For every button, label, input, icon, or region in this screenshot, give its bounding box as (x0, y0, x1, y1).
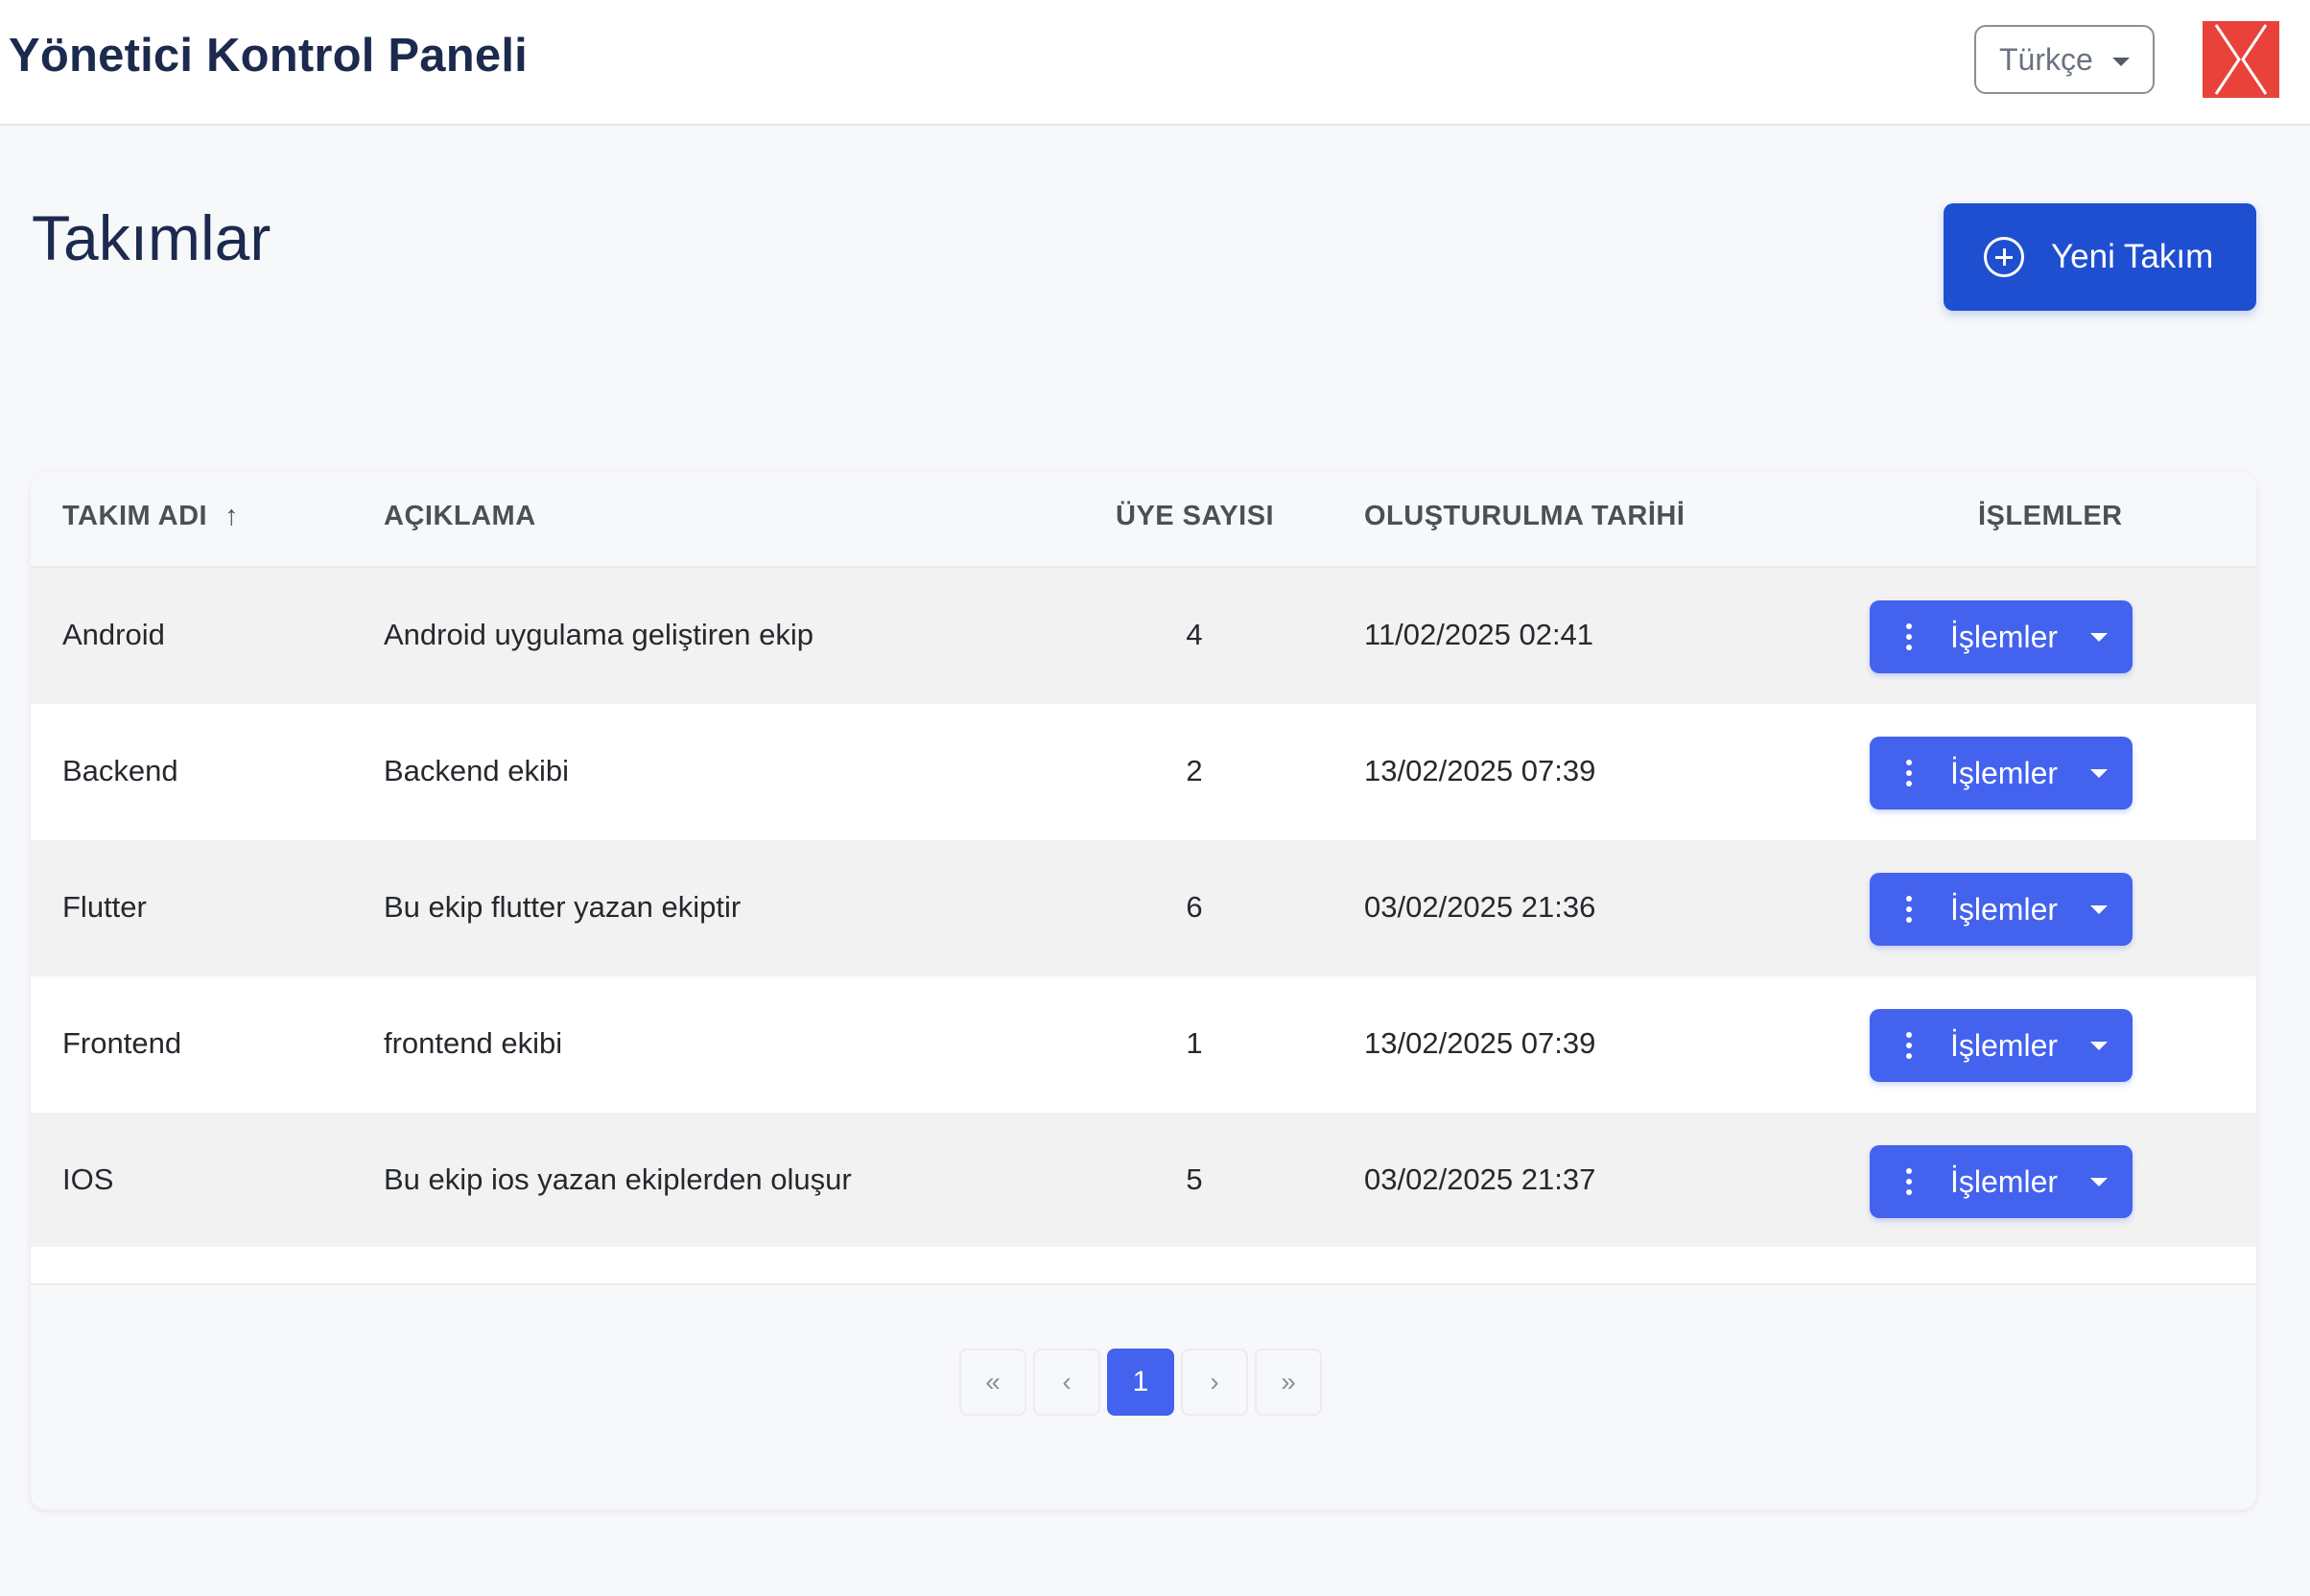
last-page-button[interactable]: » (1255, 1349, 1322, 1416)
row-actions-button[interactable]: İşlemler (1870, 1009, 2133, 1082)
chevron-down-icon (2090, 1178, 2108, 1186)
column-header-members: ÜYE SAYISI (1116, 501, 1275, 531)
table-row: Frontend frontend ekibi 1 13/02/2025 07:… (31, 976, 2256, 1113)
chevron-down-icon (2090, 769, 2108, 778)
page-button-current[interactable]: 1 (1107, 1349, 1174, 1416)
team-description: Bu ekip flutter yazan ekiptir (384, 890, 742, 924)
row-actions-label: İşlemler (1950, 891, 2059, 927)
app-title: Yönetici Kontrol Paneli (9, 30, 528, 82)
row-actions-label: İşlemler (1950, 619, 2059, 654)
column-header-name[interactable]: TAKIM ADI ↑ (62, 501, 239, 532)
team-created-date: 03/02/2025 21:37 (1364, 1162, 1596, 1196)
team-member-count: 1 (1186, 1026, 1203, 1060)
row-actions-button[interactable]: İşlemler (1870, 737, 2133, 810)
top-bar: Yönetici Kontrol Paneli Türkçe (0, 0, 2310, 126)
team-name: Flutter (62, 890, 147, 924)
table-row: Backend Backend ekibi 2 13/02/2025 07:39… (31, 704, 2256, 840)
chevron-down-icon (2090, 1042, 2108, 1050)
more-vertical-icon (1906, 1032, 1912, 1059)
language-select[interactable]: Türkçe (1974, 25, 2155, 94)
row-actions-button[interactable]: İşlemler (1870, 873, 2133, 946)
team-name: IOS (62, 1162, 114, 1196)
teams-table-card: TAKIM ADI ↑ AÇIKLAMA ÜYE SAYISI OLUŞTURUL… (31, 472, 2256, 1510)
table-row: Android Android uygulama geliştiren ekip… (31, 568, 2256, 704)
team-description: frontend ekibi (384, 1026, 563, 1060)
plus-circle-icon (1984, 237, 2024, 277)
chevron-down-icon (2112, 58, 2130, 66)
team-created-date: 13/02/2025 07:39 (1364, 1026, 1596, 1060)
table-header: TAKIM ADI ↑ AÇIKLAMA ÜYE SAYISI OLUŞTURUL… (31, 472, 2256, 568)
table-row: Flutter Bu ekip flutter yazan ekiptir 6 … (31, 840, 2256, 976)
brand-logo-icon[interactable] (2203, 21, 2279, 98)
new-team-button[interactable]: Yeni Takım (1944, 203, 2256, 311)
row-actions-button[interactable]: İşlemler (1870, 1145, 2133, 1218)
chevron-down-icon (2090, 905, 2108, 914)
divider (31, 1283, 2256, 1285)
team-description: Bu ekip ios yazan ekiplerden oluşur (384, 1162, 852, 1196)
table-row: IOS Bu ekip ios yazan ekiplerden oluşur … (31, 1113, 2256, 1249)
team-name: Android (62, 618, 165, 651)
more-vertical-icon (1906, 896, 1912, 923)
first-page-button[interactable]: « (959, 1349, 1026, 1416)
language-select-value: Türkçe (1999, 41, 2093, 77)
page-title: Takımlar (32, 202, 271, 273)
column-header-name-label: TAKIM ADI (62, 501, 208, 531)
more-vertical-icon (1906, 1168, 1912, 1195)
team-name: Backend (62, 754, 178, 787)
more-vertical-icon (1906, 760, 1912, 786)
team-name: Frontend (62, 1026, 182, 1060)
team-description: Android uygulama geliştiren ekip (384, 618, 814, 651)
pagination: « ‹ 1 › » (959, 1349, 1322, 1416)
x-logo-icon (2203, 21, 2279, 98)
team-member-count: 5 (1186, 1162, 1203, 1196)
team-member-count: 2 (1186, 754, 1203, 787)
new-team-button-label: Yeni Takım (2051, 238, 2214, 275)
next-page-button[interactable]: › (1181, 1349, 1248, 1416)
team-member-count: 4 (1186, 618, 1203, 651)
row-actions-label: İşlemler (1950, 1163, 2059, 1199)
row-actions-button[interactable]: İşlemler (1870, 600, 2133, 673)
team-member-count: 6 (1186, 890, 1203, 924)
team-created-date: 03/02/2025 21:36 (1364, 890, 1596, 924)
row-actions-label: İşlemler (1950, 1027, 2059, 1063)
table-footer-spacer (31, 1247, 2256, 1283)
team-created-date: 13/02/2025 07:39 (1364, 754, 1596, 787)
previous-page-button[interactable]: ‹ (1033, 1349, 1100, 1416)
team-description: Backend ekibi (384, 754, 570, 787)
column-header-actions: İŞLEMLER (1978, 501, 2123, 531)
chevron-down-icon (2090, 633, 2108, 642)
column-header-created: OLUŞTURULMA TARİHİ (1364, 501, 1685, 531)
sort-ascending-icon[interactable]: ↑ (224, 501, 239, 531)
column-header-description: AÇIKLAMA (384, 501, 536, 531)
row-actions-label: İşlemler (1950, 755, 2059, 790)
team-created-date: 11/02/2025 02:41 (1364, 618, 1594, 651)
more-vertical-icon (1906, 623, 1912, 650)
